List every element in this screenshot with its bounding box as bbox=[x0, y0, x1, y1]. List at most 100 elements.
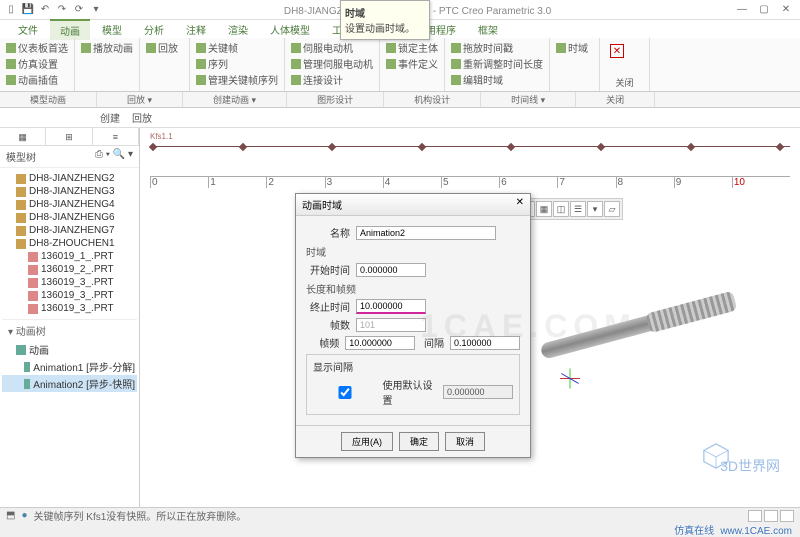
sidebar-tab[interactable]: ▦ bbox=[0, 128, 46, 145]
group-label: 长度和帧频 bbox=[306, 281, 520, 296]
create-button[interactable]: 创建 bbox=[100, 110, 120, 125]
sidebar: ▦ ⊞ ≡ 模型树 ⎙ ▾ 🔍 ▾ DH8-JIANZHENG2 DH8-JIA… bbox=[0, 128, 140, 508]
apply-button[interactable]: 应用(A) bbox=[341, 432, 393, 451]
status-btn[interactable] bbox=[748, 510, 762, 522]
keyframe-marker[interactable] bbox=[328, 143, 336, 151]
open-icon[interactable]: ▯ bbox=[4, 3, 18, 17]
timeline-track[interactable] bbox=[150, 146, 790, 147]
tab-render[interactable]: 渲染 bbox=[218, 20, 258, 39]
tab-analysis[interactable]: 分析 bbox=[134, 20, 174, 39]
ruler-tick: 9 bbox=[674, 177, 732, 188]
tree-node: 136019_3_.PRT bbox=[2, 276, 137, 289]
saved-view-icon[interactable]: ▾ bbox=[587, 201, 603, 217]
redo-icon[interactable]: ↷ bbox=[55, 3, 69, 17]
close-icon[interactable]: ✕ bbox=[776, 3, 796, 17]
close-ribbon-button[interactable]: ✕ bbox=[610, 44, 624, 58]
cancel-button[interactable]: 取消 bbox=[445, 432, 485, 451]
model-tree[interactable]: DH8-JIANZHENG2 DH8-JIANZHENG3 DH8-JIANZH… bbox=[0, 168, 139, 508]
tree-node: DH8-JIANZHENG7 bbox=[2, 224, 137, 237]
ribbon-item[interactable]: 序列 bbox=[196, 56, 278, 71]
frame-rate-input[interactable] bbox=[345, 336, 415, 350]
keyframe-marker[interactable] bbox=[238, 143, 246, 151]
manage-icon bbox=[196, 75, 206, 85]
playback-button[interactable]: 回放 bbox=[132, 110, 152, 125]
end-time-input[interactable] bbox=[356, 299, 426, 314]
ruler-tick: 1 bbox=[208, 177, 266, 188]
group-label: 关闭 bbox=[576, 92, 655, 107]
ribbon-item[interactable]: 关键帧 bbox=[196, 40, 278, 55]
part-icon bbox=[28, 278, 38, 288]
tree-node: DH8-JIANZHENG2 bbox=[2, 172, 137, 185]
keyframe-marker[interactable] bbox=[149, 143, 157, 151]
ribbon-item[interactable]: 管理伺服电动机 bbox=[291, 56, 373, 71]
group-label: 图形设计 bbox=[287, 92, 384, 107]
ribbon-item[interactable]: 拖放时间戳 bbox=[451, 40, 543, 55]
default-checkbox[interactable] bbox=[313, 386, 377, 399]
time-ruler[interactable]: 0 1 2 3 4 5 6 7 8 9 10 bbox=[150, 176, 790, 188]
ribbon-item[interactable]: 连接设计 bbox=[291, 72, 373, 87]
style-icon[interactable]: ◫ bbox=[553, 201, 569, 217]
ribbon-timedomain[interactable]: 时域 bbox=[556, 40, 593, 55]
keyframe-marker[interactable] bbox=[418, 143, 426, 151]
group-label[interactable]: 回放 ▾ bbox=[97, 92, 183, 107]
ribbon-item[interactable]: 事件定义 bbox=[386, 56, 438, 71]
tab-animation[interactable]: 动画 bbox=[50, 19, 90, 40]
keyframe-marker[interactable] bbox=[597, 143, 605, 151]
group-label[interactable]: 创建动画 ▾ bbox=[183, 92, 287, 107]
ribbon-item[interactable]: 重新调整时间长度 bbox=[451, 56, 543, 71]
ok-button[interactable]: 确定 bbox=[399, 432, 439, 451]
timeline[interactable]: Kfs1.1 bbox=[150, 146, 790, 156]
regen-icon[interactable]: ⟳ bbox=[72, 3, 86, 17]
start-time-input[interactable] bbox=[356, 263, 426, 277]
part-icon bbox=[28, 304, 38, 314]
ribbon-item[interactable]: 仿真设置 bbox=[6, 56, 68, 71]
ribbon-item[interactable]: 锁定主体 bbox=[386, 40, 438, 55]
watermark-cube-label: 3D世界网 bbox=[720, 456, 780, 476]
ribbon-item[interactable]: 管理关键帧序列 bbox=[196, 72, 278, 87]
ribbon-item[interactable]: 回放 bbox=[146, 40, 183, 55]
sequence-icon bbox=[196, 59, 206, 69]
tab-manikin[interactable]: 人体模型 bbox=[260, 20, 320, 39]
group-label[interactable]: 时间线 ▾ bbox=[481, 92, 576, 107]
status-btn[interactable] bbox=[780, 510, 794, 522]
sidebar-tab[interactable]: ≡ bbox=[93, 128, 139, 145]
tab-annotate[interactable]: 注释 bbox=[176, 20, 216, 39]
frame-count-input[interactable] bbox=[356, 318, 426, 332]
save-icon[interactable]: 💾 bbox=[21, 3, 35, 17]
model-tree-header: 模型树 ⎙ ▾ 🔍 ▾ bbox=[0, 146, 139, 168]
group-label: 机构设计 bbox=[384, 92, 481, 107]
graphics-area[interactable]: Kfs1.1 0 1 2 3 4 5 6 7 8 9 10 bbox=[140, 128, 800, 508]
keyframe-marker[interactable] bbox=[686, 143, 694, 151]
status-btn[interactable] bbox=[764, 510, 778, 522]
tab-frame[interactable]: 框架 bbox=[468, 20, 508, 39]
view-icon[interactable]: ▦ bbox=[536, 201, 552, 217]
tree-toolbar[interactable]: ⎙ ▾ 🔍 ▾ bbox=[95, 149, 133, 164]
tab-file[interactable]: 文件 bbox=[8, 20, 48, 39]
motor-icon bbox=[291, 43, 301, 53]
display-icon[interactable]: ☰ bbox=[570, 201, 586, 217]
tab-model[interactable]: 模型 bbox=[92, 20, 132, 39]
minimize-icon[interactable]: — bbox=[732, 3, 752, 17]
anim-tree-header[interactable]: ▾ 动画树 bbox=[2, 319, 137, 341]
display-interval-input[interactable] bbox=[443, 385, 513, 399]
sidebar-tab[interactable]: ⊞ bbox=[46, 128, 92, 145]
perspective-icon[interactable]: ▱ bbox=[604, 201, 620, 217]
keyframe-marker[interactable] bbox=[507, 143, 515, 151]
ribbon-group-labels: 模型动画 回放 ▾ 创建动画 ▾ 图形设计 机构设计 时间线 ▾ 关闭 bbox=[0, 92, 800, 108]
ribbon-item[interactable]: 动画插值 bbox=[6, 72, 68, 87]
ribbon-item[interactable]: 仪表板首选 bbox=[6, 40, 68, 55]
ribbon-item[interactable]: 播放动画 bbox=[81, 40, 133, 55]
undo-icon[interactable]: ↶ bbox=[38, 3, 52, 17]
ribbon-item[interactable]: 伺服电动机 bbox=[291, 40, 373, 55]
maximize-icon[interactable]: ▢ bbox=[754, 3, 774, 17]
ribbon-item[interactable]: 编辑时域 bbox=[451, 72, 543, 87]
start-label: 开始时间 bbox=[306, 262, 350, 277]
dialog-close-icon[interactable]: ✕ bbox=[516, 197, 524, 212]
tree-node: DH8-JIANZHENG6 bbox=[2, 211, 137, 224]
assembly-icon bbox=[16, 174, 26, 184]
name-input[interactable] bbox=[356, 226, 496, 240]
frames-label: 帧数 bbox=[306, 317, 350, 332]
more-icon[interactable]: ▾ bbox=[89, 3, 103, 17]
ruler-tick: 4 bbox=[383, 177, 441, 188]
keyframe-marker[interactable] bbox=[776, 143, 784, 151]
